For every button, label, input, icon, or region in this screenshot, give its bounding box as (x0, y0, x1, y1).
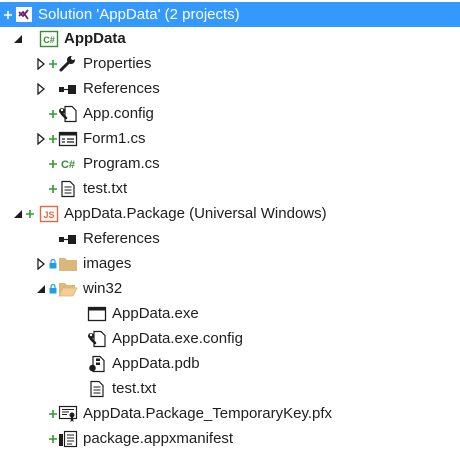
tree-item-label: test.txt (83, 180, 128, 197)
tree-row-appdata-pdb[interactable]: AppData.pdb (0, 351, 460, 376)
svg-text:JS: JS (43, 210, 54, 220)
text-file-icon (87, 380, 107, 398)
source-control-plus-icon (48, 107, 58, 121)
tree-item-label: AppData.exe.config (112, 330, 243, 347)
tree-item-label: test.txt (112, 380, 157, 397)
collapse-arrow-icon[interactable] (11, 32, 25, 46)
expand-arrow-icon[interactable] (34, 132, 48, 146)
tree-row-project-package[interactable]: JS AppData.Package (Universal Windows) (0, 201, 460, 226)
tree-row-solution[interactable]: Solution 'AppData' (2 projects) (0, 2, 460, 27)
tree-item-label: Properties (83, 55, 152, 72)
wrench-icon (58, 55, 78, 73)
tree-row-program[interactable]: C# Program.cs (0, 151, 460, 176)
expand-arrow-icon[interactable] (34, 57, 48, 71)
tree-row-references[interactable]: References (0, 226, 460, 251)
solution-icon (13, 6, 33, 24)
expand-arrow-icon[interactable] (34, 257, 48, 271)
svg-text:C#: C# (61, 159, 75, 171)
tree-row-temporary-key[interactable]: AppData.Package_TemporaryKey.pfx (0, 401, 460, 426)
solution-explorer-tree: Solution 'AppData' (2 projects) C# AppDa… (0, 0, 460, 464)
tree-row-app-config[interactable]: App.config (0, 101, 460, 126)
tree-item-label: App.config (83, 105, 154, 122)
tree-row-appdata-exe[interactable]: AppData.exe (0, 301, 460, 326)
source-control-plus-icon (48, 57, 58, 71)
references-icon (58, 80, 78, 98)
js-project-icon: JS (39, 205, 59, 223)
project-label: AppData.Package (Universal Windows) (64, 205, 327, 222)
tree-row-references[interactable]: References (0, 76, 460, 101)
tree-item-label: AppData.pdb (112, 355, 200, 372)
config-file-icon (58, 105, 78, 123)
text-file-icon (58, 180, 78, 198)
csharp-project-icon: C# (39, 30, 59, 48)
tree-row-appdata-exe-config[interactable]: AppData.exe.config (0, 326, 460, 351)
folder-icon (58, 255, 78, 273)
pdb-file-icon (87, 355, 107, 373)
lock-icon (48, 282, 58, 296)
source-control-plus-icon (48, 157, 58, 171)
tree-item-label: Form1.cs (83, 130, 146, 147)
project-label: AppData (64, 30, 126, 47)
source-control-plus-icon (25, 207, 35, 221)
collapse-arrow-icon[interactable] (34, 282, 48, 296)
solution-label: Solution 'AppData' (2 projects) (38, 6, 240, 23)
tree-item-label: AppData.exe (112, 305, 199, 322)
tree-row-images[interactable]: images (0, 251, 460, 276)
certificate-icon (58, 405, 78, 423)
tree-item-label: AppData.Package_TemporaryKey.pfx (83, 405, 333, 422)
tree-item-label: References (83, 230, 160, 247)
expand-arrow-icon[interactable] (34, 82, 48, 96)
tree-item-label: Program.cs (83, 155, 160, 172)
collapse-arrow-icon[interactable] (11, 207, 25, 221)
tree-row-win32[interactable]: win32 (0, 276, 460, 301)
tree-row-form1[interactable]: Form1.cs (0, 126, 460, 151)
csharp-file-icon: C# (58, 155, 78, 173)
source-control-plus-icon (3, 8, 13, 22)
tree-item-label: References (83, 80, 160, 97)
folder-open-icon (58, 280, 78, 298)
manifest-icon (58, 430, 78, 448)
tree-row-test-txt[interactable]: test.txt (0, 376, 460, 401)
source-control-plus-icon (48, 182, 58, 196)
source-control-plus-icon (48, 407, 58, 421)
tree-row-project-appdata[interactable]: C# AppData (0, 26, 460, 51)
source-control-plus-icon (48, 132, 58, 146)
tree-row-test-txt[interactable]: test.txt (0, 176, 460, 201)
tree-item-label: images (83, 255, 132, 272)
lock-icon (48, 257, 58, 271)
source-control-plus-icon (48, 432, 58, 446)
tree-row-manifest[interactable]: package.appxmanifest (0, 426, 460, 451)
tree-item-label: package.appxmanifest (83, 430, 234, 447)
tree-item-label: win32 (83, 280, 123, 297)
references-icon (58, 230, 78, 248)
tree-row-properties[interactable]: Properties (0, 51, 460, 76)
svg-text:C#: C# (43, 35, 55, 45)
config-file-icon (87, 330, 107, 348)
form-icon (58, 130, 78, 148)
window-file-icon (87, 305, 107, 323)
